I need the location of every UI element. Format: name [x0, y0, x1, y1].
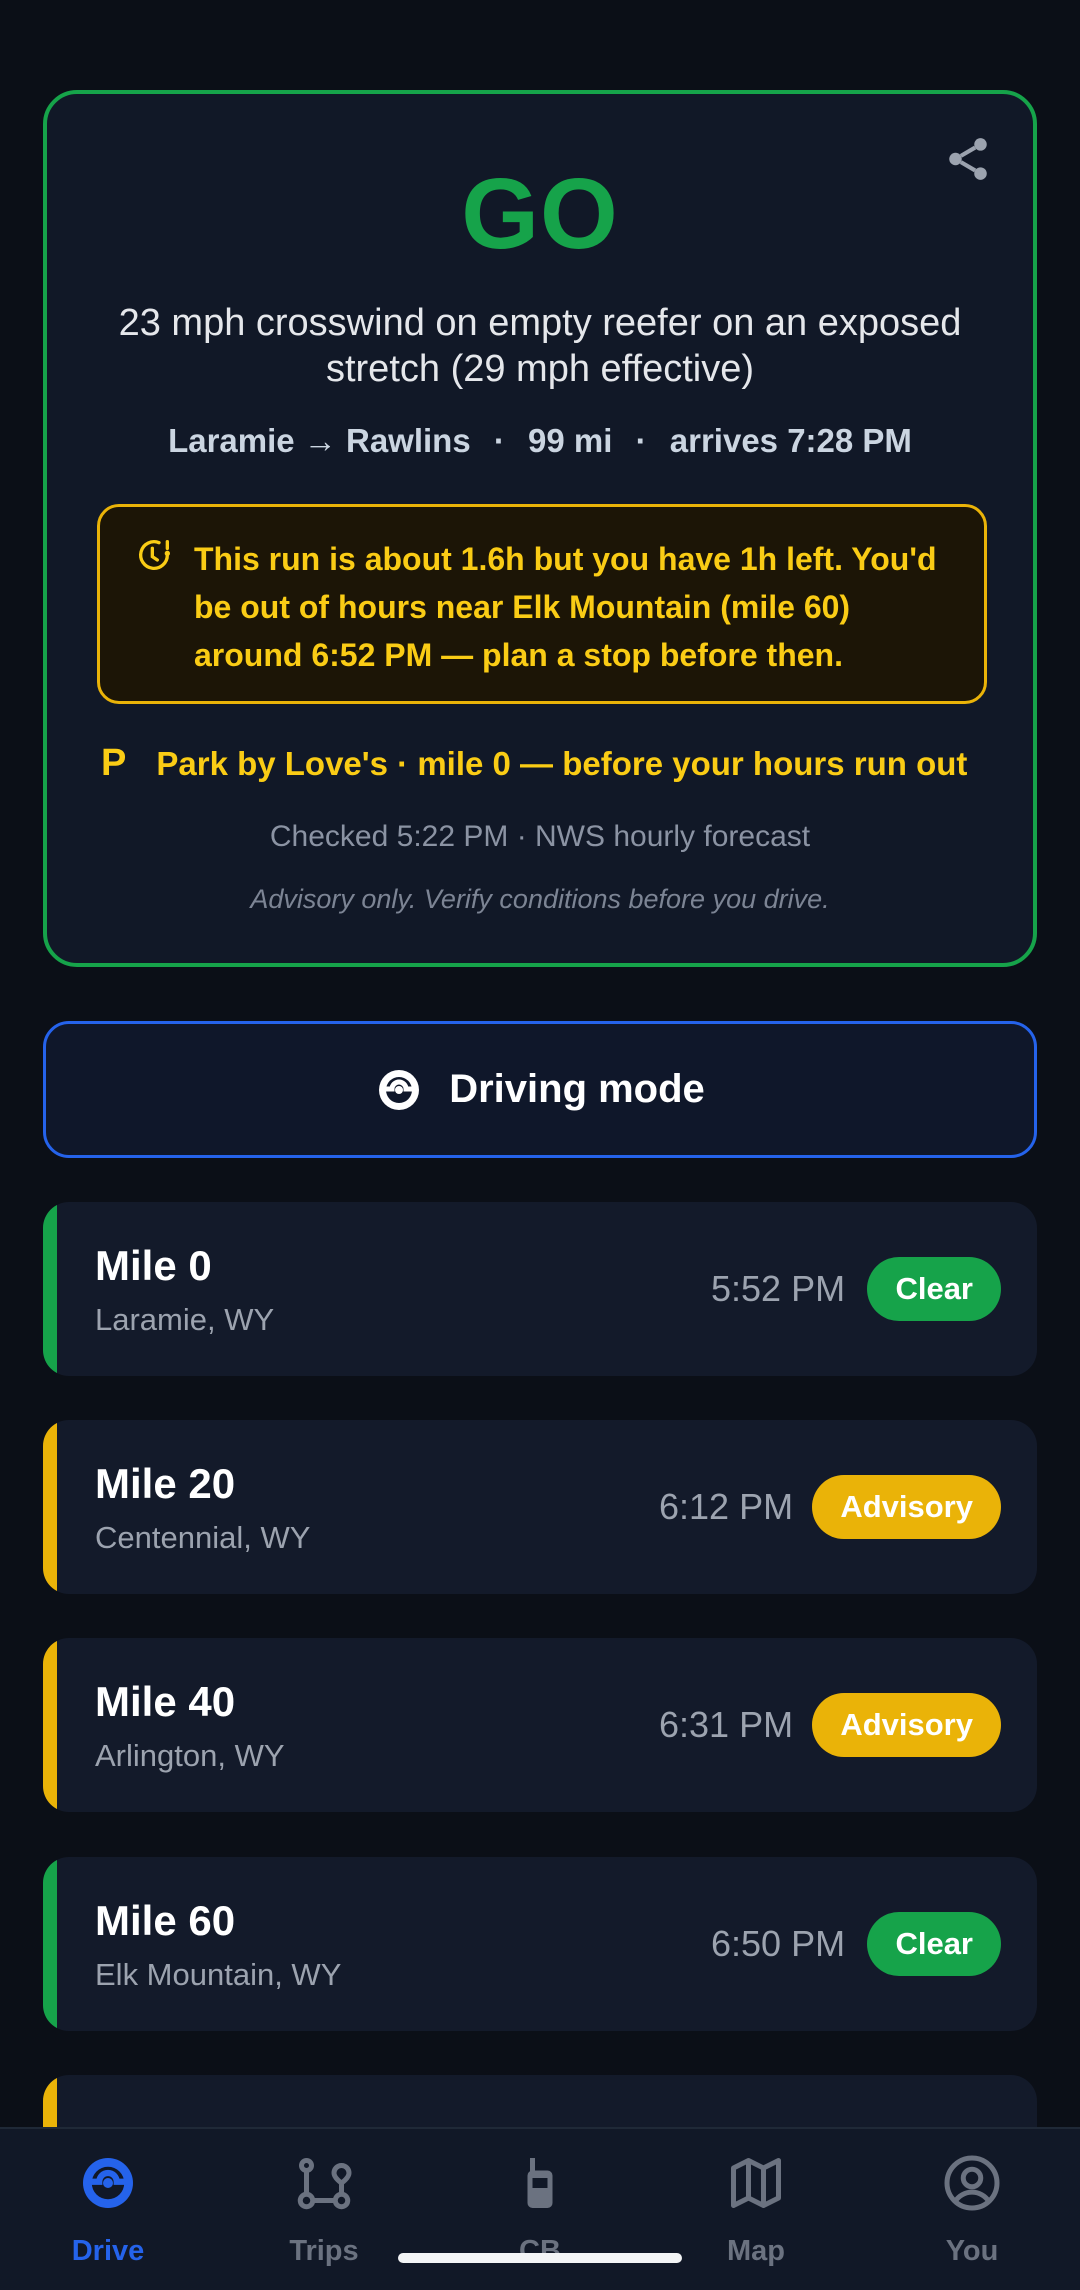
separator: ·	[635, 422, 647, 459]
route-summary: Laramie → Rawlins · 99 mi · arrives 7:28…	[47, 422, 1033, 460]
home-indicator[interactable]	[398, 2253, 682, 2263]
nav-label: Map	[727, 2235, 785, 2267]
mile-title: Mile 0	[95, 1242, 212, 1289]
mile-place: Arlington, WY	[95, 1738, 285, 1773]
mile-card[interactable]: Mile 60 Elk Mountain, WY 6:50 PM Clear	[43, 1857, 1037, 2031]
mile-time: 5:52 PM	[711, 1268, 846, 1309]
mile-title: Mile 60	[95, 1897, 236, 1944]
bottom-nav: Drive Trips CB Map You	[0, 2127, 1080, 2290]
mile-title: Mile 40	[95, 1678, 236, 1725]
driving-mode-button[interactable]: Driving mode	[43, 1021, 1037, 1158]
park-suggestion[interactable]: P Park by Love's · mile 0 — before your h…	[101, 742, 993, 785]
separator: ·	[493, 422, 505, 459]
nav-label: Drive	[71, 2235, 145, 2267]
nav-map[interactable]: Map	[648, 2129, 864, 2290]
nav-drive[interactable]: Drive	[0, 2129, 216, 2290]
map-icon	[731, 2158, 781, 2208]
mile-place: Laramie, WY	[95, 1302, 275, 1337]
mile-title: Mile 20	[95, 1460, 236, 1507]
advisory-disclaimer: Advisory only. Verify conditions before …	[250, 884, 830, 914]
status-bar	[43, 1638, 57, 1812]
forecast-checked: Checked 5:22 PM · NWS hourly forecast	[269, 820, 811, 853]
mile-card[interactable]: Mile 0 Laramie, WY 5:52 PM Clear	[43, 1202, 1037, 1376]
status-badge: Clear	[867, 1257, 1001, 1321]
mile-card[interactable]: Mile 40 Arlington, WY 6:31 PM Advisory	[43, 1638, 1037, 1812]
route-from: Laramie	[168, 422, 295, 459]
park-text: Park by Love's · mile 0 — before your ho…	[156, 745, 968, 782]
hours-warning-box: This run is about 1.6h but you have 1h l…	[97, 504, 987, 704]
verdict-status: GO	[461, 158, 619, 270]
verdict-reason: 23 mph crosswind on empty reefer on an e…	[118, 302, 962, 390]
clock-alert-icon	[134, 535, 174, 575]
mile-place: Elk Mountain, WY	[95, 1957, 342, 1992]
status-badge: Clear	[867, 1912, 1001, 1976]
parking-icon: P	[101, 742, 127, 784]
mile-time: 6:31 PM	[659, 1704, 794, 1745]
nav-you[interactable]: You	[864, 2129, 1080, 2290]
status-bar	[43, 1857, 57, 2031]
status-bar	[43, 1202, 57, 1376]
user-icon	[944, 2155, 1000, 2211]
nav-label: You	[945, 2235, 999, 2267]
route-icon	[297, 2158, 352, 2210]
verdict-card: GO 23 mph crosswind on empty reefer on a…	[43, 90, 1037, 967]
steering-wheel-icon	[379, 1069, 420, 1110]
radio-icon	[527, 2158, 553, 2208]
route-distance: 99 mi	[528, 422, 613, 459]
steering-wheel-icon	[83, 2158, 133, 2208]
route-to: Rawlins	[345, 422, 471, 459]
nav-cb[interactable]: CB	[432, 2129, 648, 2290]
mile-place: Centennial, WY	[95, 1520, 311, 1555]
mile-time: 6:12 PM	[659, 1486, 794, 1527]
route-arrival: arrives 7:28 PM	[669, 422, 912, 459]
status-badge: Advisory	[812, 1475, 1001, 1539]
status-bar	[43, 1420, 57, 1594]
mile-card[interactable]: Mile 20 Centennial, WY 6:12 PM Advisory	[43, 1420, 1037, 1594]
status-badge: Advisory	[812, 1693, 1001, 1757]
hours-warning-text: This run is about 1.6h but you have 1h l…	[194, 541, 937, 673]
nav-trips[interactable]: Trips	[216, 2129, 432, 2290]
nav-label: CB	[519, 2235, 561, 2267]
nav-label: Trips	[289, 2235, 359, 2267]
driving-mode-label: Driving mode	[449, 1067, 705, 1111]
mile-time: 6:50 PM	[711, 1923, 846, 1964]
route-arrow: →	[303, 422, 337, 459]
